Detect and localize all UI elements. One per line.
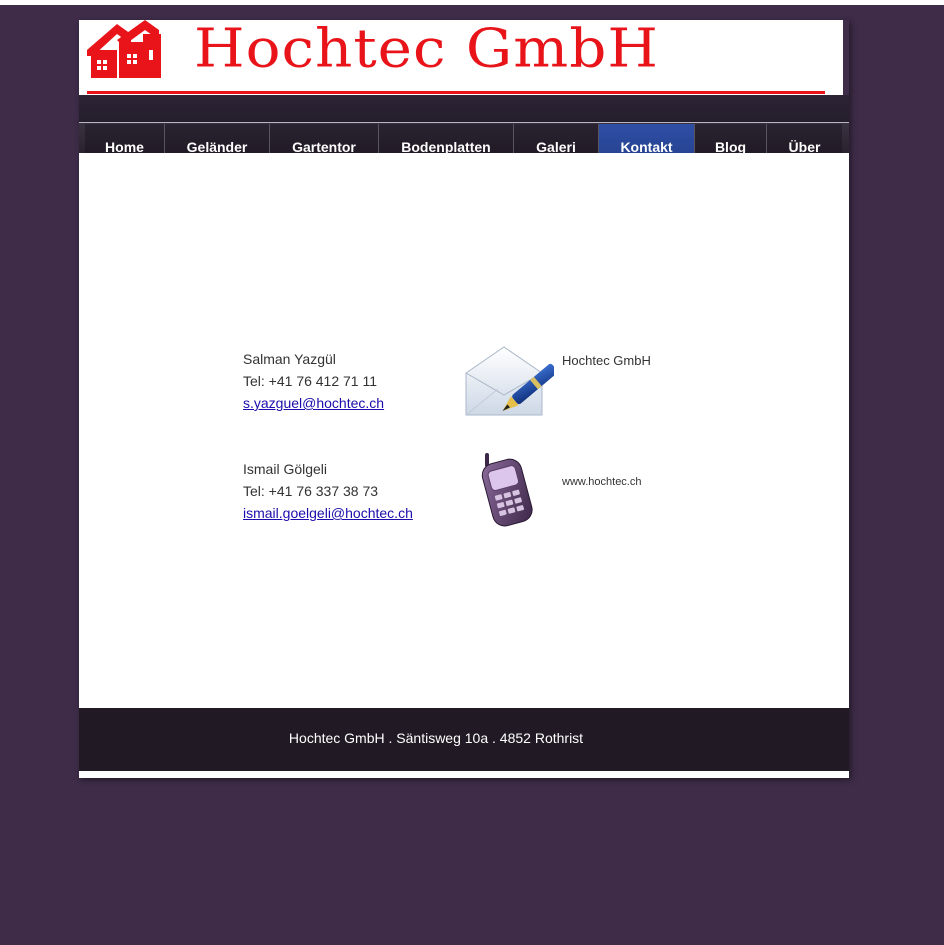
header-underline bbox=[87, 91, 825, 94]
footer-base-strip bbox=[79, 771, 849, 778]
contact-phone: Tel: +41 76 412 71 11 bbox=[243, 373, 378, 389]
house-logo-icon bbox=[87, 20, 161, 78]
contact-card: Salman Yazgül Tel: +41 76 412 71 11 s.ya… bbox=[243, 348, 384, 414]
contact-name: Salman Yazgül bbox=[243, 351, 336, 367]
mobile-phone-icon bbox=[481, 453, 533, 527]
main-content: Salman Yazgül Tel: +41 76 412 71 11 s.ya… bbox=[79, 153, 849, 708]
website-text: www.hochtec.ch bbox=[562, 476, 642, 488]
contact-email-link[interactable]: ismail.goelgeli@hochtec.ch bbox=[243, 505, 413, 521]
site-header: Hochtec GmbH bbox=[79, 17, 843, 95]
page-container: Hochtec GmbH Home Geländer Gartentor Bod… bbox=[79, 17, 849, 778]
logo-text: Hochtec GmbH bbox=[194, 16, 659, 80]
site-footer: Hochtec GmbH . Säntisweg 10a . 4852 Roth… bbox=[79, 708, 849, 771]
top-border bbox=[0, 0, 944, 5]
company-name: Hochtec GmbH bbox=[562, 353, 651, 368]
envelope-pen-icon bbox=[465, 346, 554, 416]
contact-email-link[interactable]: s.yazguel@hochtec.ch bbox=[243, 395, 384, 411]
contact-name: Ismail Gölgeli bbox=[243, 461, 328, 477]
contact-phone: Tel: +41 76 337 38 73 bbox=[243, 483, 379, 499]
contact-card: Ismail Gölgeli Tel: +41 76 337 38 73 ism… bbox=[243, 458, 413, 524]
header-band bbox=[79, 95, 849, 123]
footer-address: Hochtec GmbH . Säntisweg 10a . 4852 Roth… bbox=[288, 730, 584, 746]
